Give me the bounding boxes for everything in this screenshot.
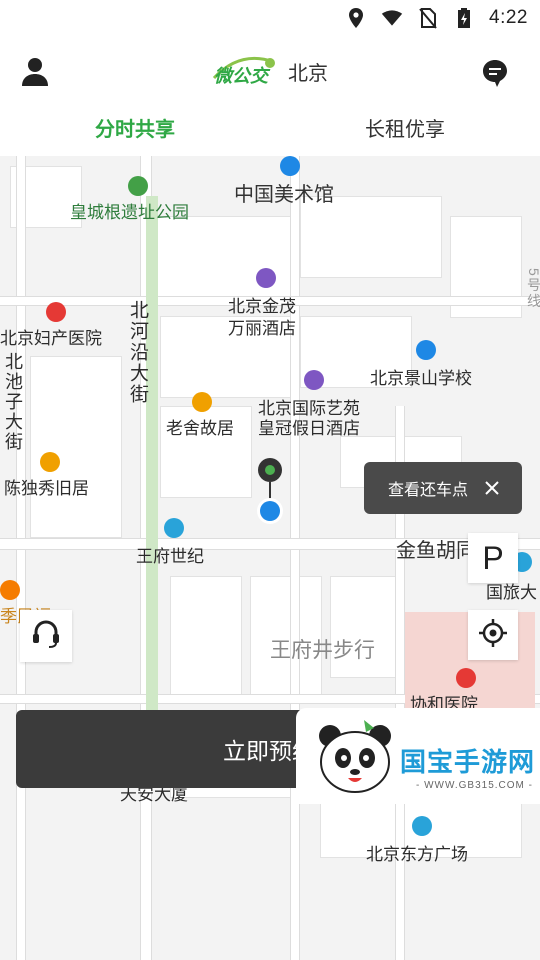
poi-label: 北京景山学校 [370, 369, 472, 388]
hospital-icon [456, 668, 476, 688]
street-label: 北池子大街 [3, 352, 23, 452]
tooltip-label: 查看还车点 [388, 482, 469, 499]
crosshair-icon [478, 618, 508, 653]
map-view[interactable]: 中国美术馆 皇城根遗址公园 北京金茂 万丽酒店 北京妇产医院 北河沿大街 北京景… [0, 156, 540, 960]
poi-label: 老舍故居 [166, 419, 234, 438]
street-label: 金鱼胡同 [396, 540, 476, 562]
message-icon[interactable] [482, 58, 510, 90]
subway-line-label: 5号线 [526, 268, 540, 310]
landmark-icon [192, 392, 212, 412]
watermark-url: - WWW.GB315.COM - [416, 780, 533, 791]
panda-icon [316, 718, 394, 803]
city-label[interactable]: 北京 [288, 57, 328, 86]
map-block [300, 196, 442, 278]
building-icon [412, 816, 432, 836]
return-points-tooltip[interactable]: 查看还车点 [364, 462, 522, 514]
map-block [30, 356, 122, 538]
wifi-icon [381, 7, 403, 29]
headset-icon [30, 618, 62, 655]
current-location-marker[interactable] [254, 454, 286, 526]
poi-label: 王府世纪 [136, 547, 204, 566]
logo-area: 微公交 北京 [210, 56, 328, 86]
school-icon [416, 340, 436, 360]
battery-charging-icon [453, 7, 475, 29]
hospital-icon [46, 302, 66, 322]
user-icon[interactable] [20, 56, 56, 92]
map-road [16, 156, 26, 960]
map-greenbelt [146, 196, 158, 756]
service-tabs: 分时共享 长租优享 [0, 108, 540, 156]
landmark-icon [40, 452, 60, 472]
building-icon [164, 518, 184, 538]
tab-time-share[interactable]: 分时共享 [0, 108, 270, 156]
poi-label: 皇城根遗址公园 [70, 203, 189, 222]
map-block [170, 576, 242, 698]
area-label: 王府井步行 [270, 639, 375, 662]
museum-icon [280, 156, 300, 176]
parking-button[interactable]: P [468, 533, 518, 583]
poi-label: 中国美术馆 [234, 184, 334, 206]
locate-button[interactable] [468, 610, 518, 660]
watermark-title: 国宝手游网 [400, 747, 536, 777]
tab-long-rent[interactable]: 长租优享 [270, 108, 540, 156]
status-time: 4:22 [489, 7, 528, 28]
street-label: 北河沿大街 [127, 300, 148, 405]
poi-label: 北京东方广场 [366, 845, 468, 864]
logo-text: 微公交 [214, 66, 268, 86]
no-sim-icon [417, 7, 439, 29]
location-icon [345, 7, 367, 29]
poi-label: 北京妇产医院 [0, 329, 102, 348]
app-logo: 微公交 [210, 56, 278, 86]
poi-label: 万丽酒店 [228, 319, 296, 338]
status-bar: 4:22 [0, 0, 540, 36]
poi-label: 皇冠假日酒店 [258, 419, 360, 438]
map-road [290, 156, 300, 960]
watermark: 国宝手游网 - WWW.GB315.COM - [296, 708, 540, 804]
close-icon[interactable] [482, 478, 502, 498]
customer-service-button[interactable] [20, 610, 72, 662]
parking-label: P [482, 539, 504, 576]
poi-label: 陈独秀旧居 [4, 479, 89, 498]
app-header: 微公交 北京 [0, 36, 540, 114]
hotel-icon [256, 268, 276, 288]
restaurant-icon [0, 580, 20, 600]
hotel-icon [304, 370, 324, 390]
park-icon [128, 176, 148, 196]
